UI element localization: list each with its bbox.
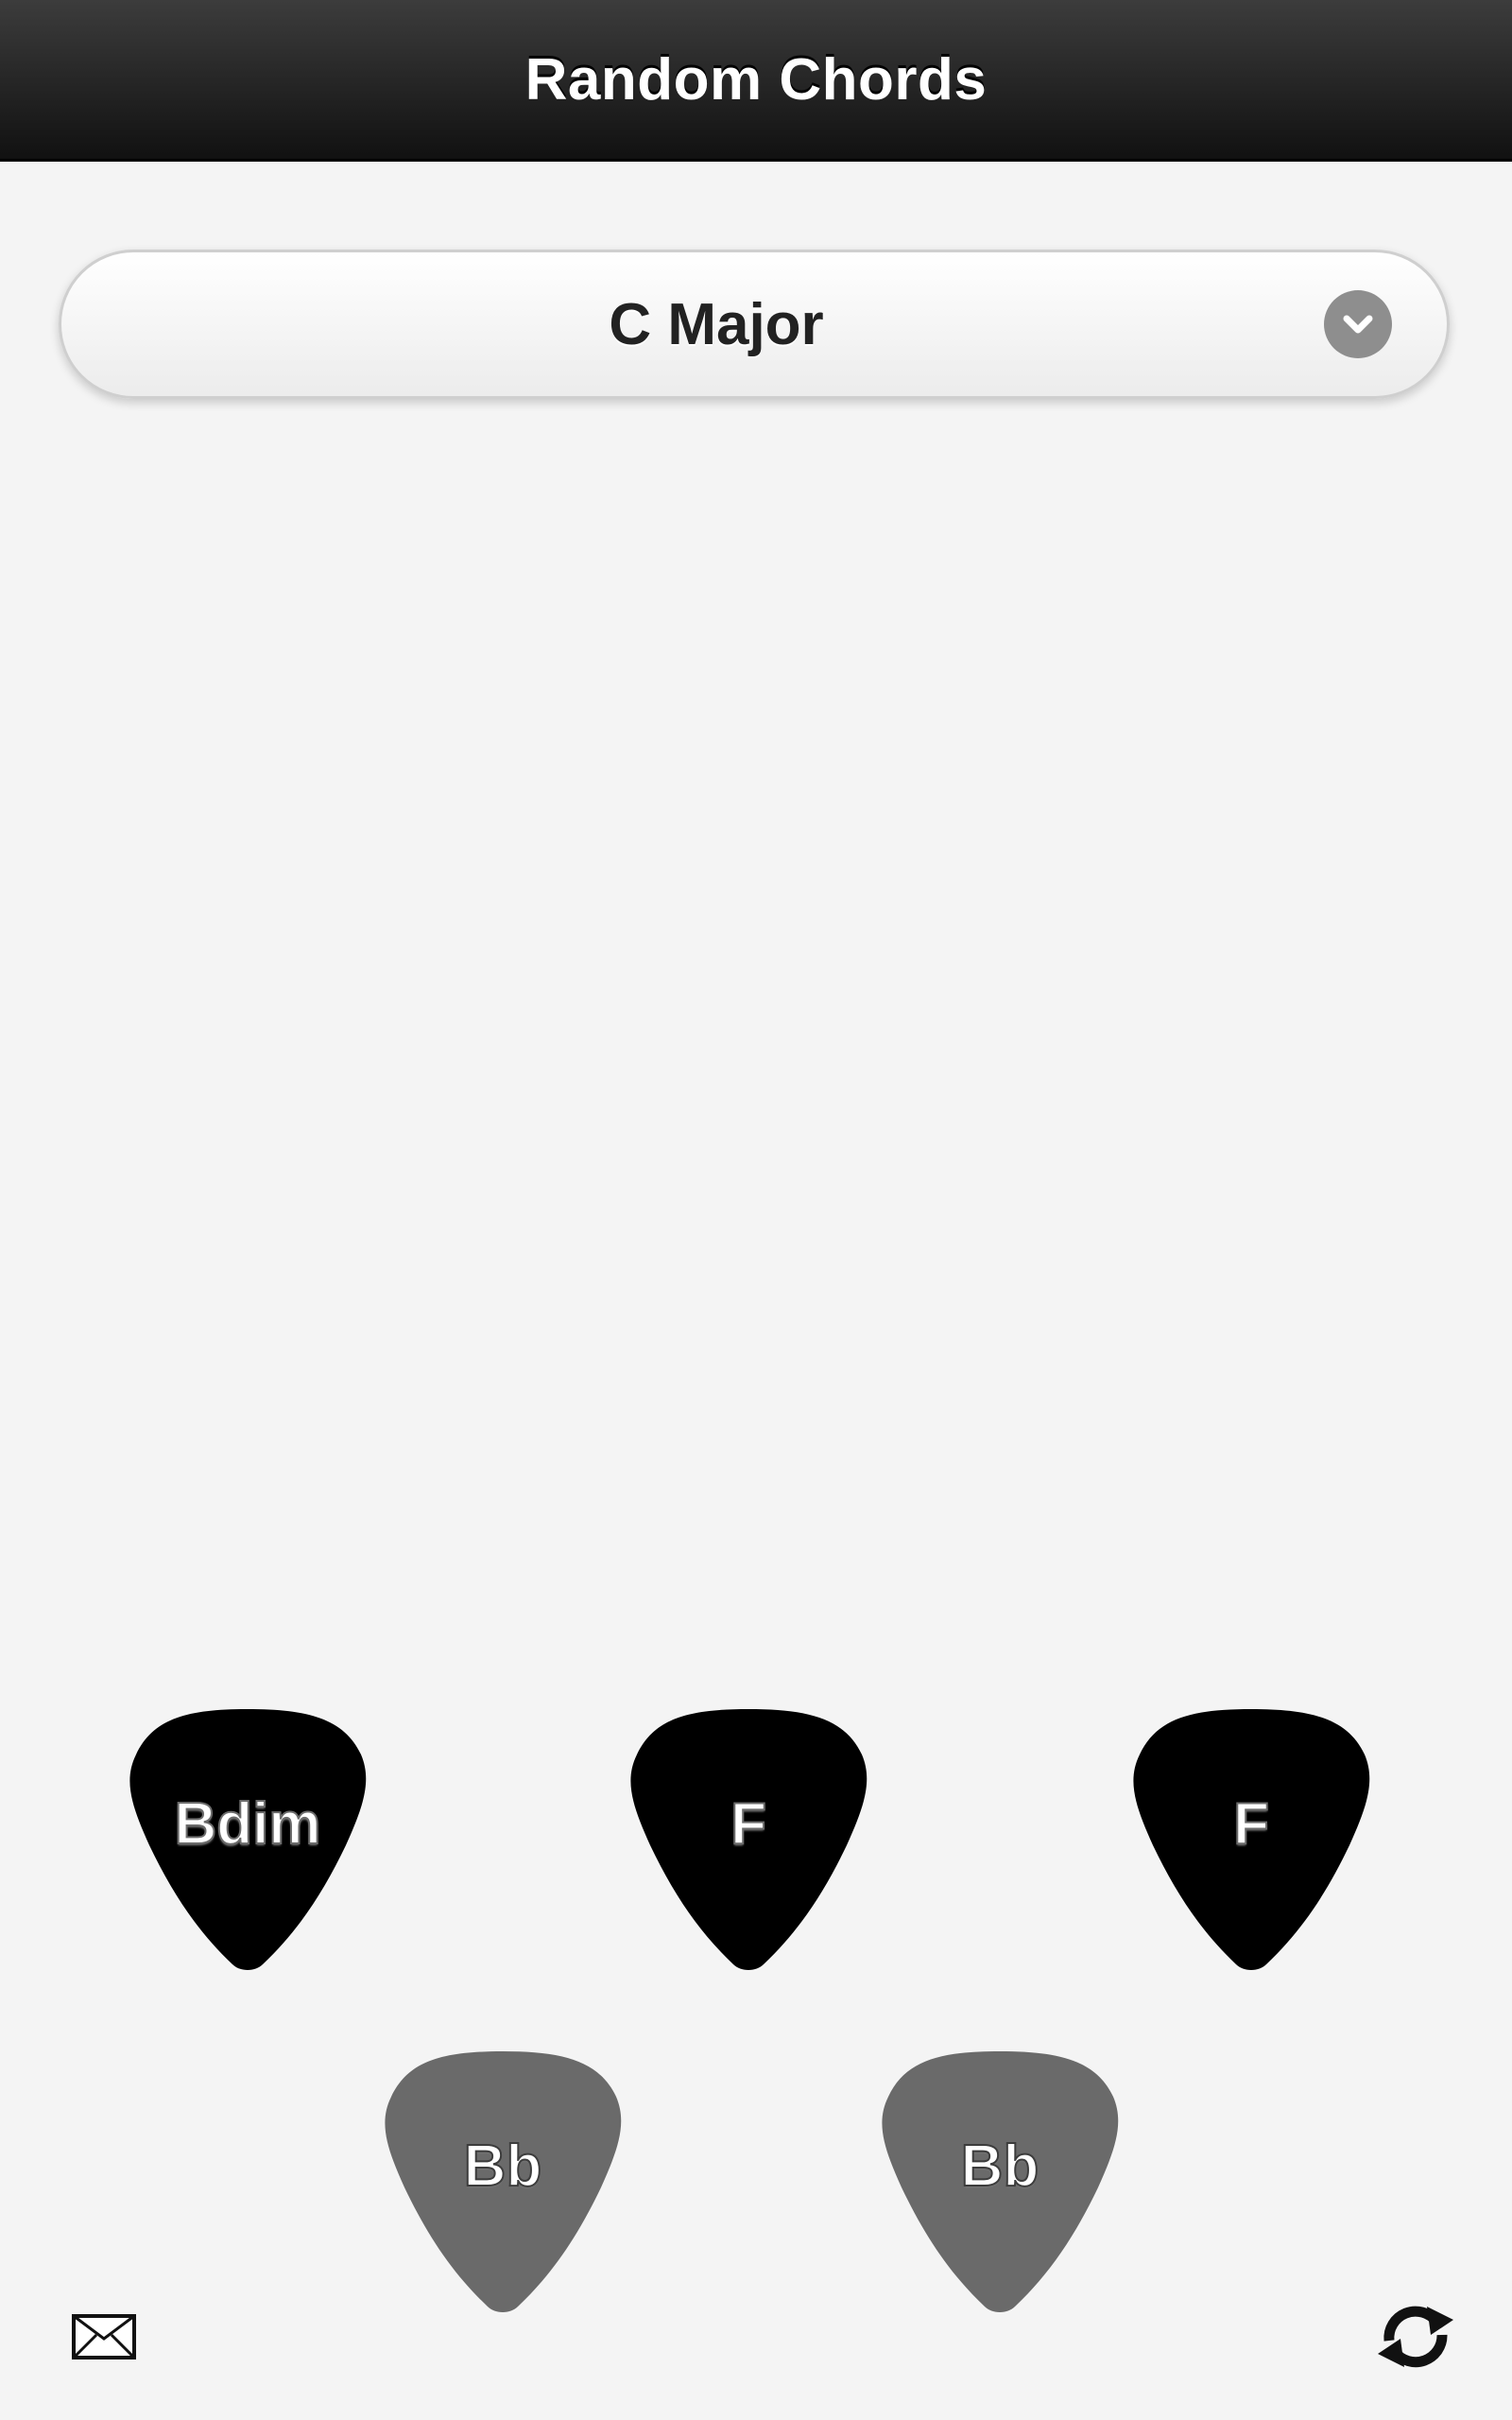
- chord-pick-3[interactable]: F: [1132, 1703, 1370, 1974]
- chord-pick-label: Bb: [960, 2133, 1040, 2200]
- chord-pick-1[interactable]: Bdim: [129, 1703, 367, 1974]
- key-select-value: C Major: [609, 291, 824, 357]
- mail-icon[interactable]: [72, 2314, 136, 2360]
- chord-pick-label: Bb: [463, 2133, 543, 2200]
- key-select-dropdown[interactable]: C Major: [59, 250, 1450, 399]
- refresh-icon[interactable]: [1372, 2293, 1459, 2380]
- chord-pick-label: F: [1232, 1790, 1270, 1858]
- chord-pick-2[interactable]: F: [629, 1703, 868, 1974]
- chord-pick-4[interactable]: Bb: [384, 2046, 622, 2316]
- chevron-down-icon: [1324, 290, 1392, 358]
- chord-pick-label: Bdim: [174, 1790, 322, 1858]
- page-title: Random Chords: [524, 46, 988, 112]
- title-bar: Random Chords: [0, 0, 1512, 162]
- chord-pick-5[interactable]: Bb: [881, 2046, 1119, 2316]
- chord-pick-label: F: [730, 1790, 767, 1858]
